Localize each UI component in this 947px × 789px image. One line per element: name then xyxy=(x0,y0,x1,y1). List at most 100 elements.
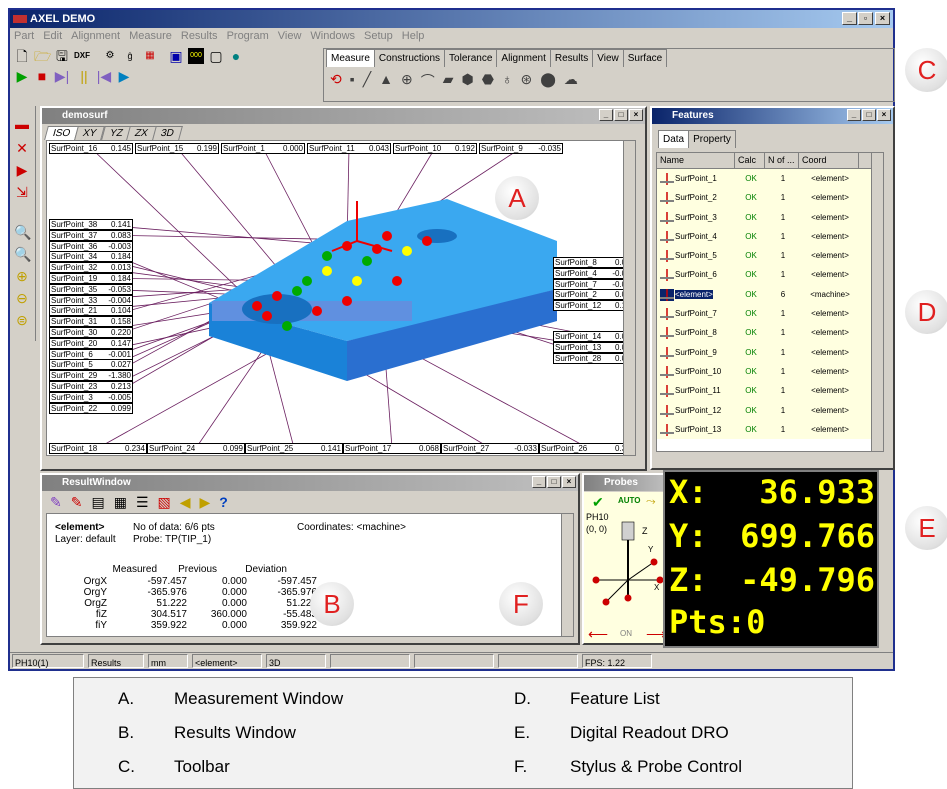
measured-point[interactable] xyxy=(362,256,372,266)
zoom-all-icon[interactable]: ⊜ xyxy=(14,312,30,328)
feature-row[interactable]: SurfPoint_10 OK 1 <element> xyxy=(657,361,883,382)
feature-column-header[interactable]: Calc xyxy=(735,153,765,168)
torus-tool-icon[interactable]: ⊛ xyxy=(520,71,532,91)
measured-point[interactable] xyxy=(342,296,352,306)
fw-maximize-button[interactable]: □ xyxy=(862,109,876,121)
feature-row[interactable]: SurfPoint_8 OK 1 <element> xyxy=(657,323,883,343)
measured-point[interactable] xyxy=(302,276,312,286)
cylinder-tool-icon[interactable]: ⬢ xyxy=(462,71,474,91)
print-icon[interactable]: ▦ xyxy=(114,494,127,511)
measured-point[interactable] xyxy=(312,306,322,316)
menu-item-view[interactable]: View xyxy=(278,30,302,42)
open-folder-icon[interactable]: 🗁 xyxy=(34,48,51,64)
menu-item-edit[interactable]: Edit xyxy=(43,30,62,42)
report-view-icon[interactable]: ▧ xyxy=(158,494,171,511)
feature-column-header[interactable]: Coord xyxy=(799,153,859,168)
cloud-tool-icon[interactable]: ☁ xyxy=(564,71,578,91)
probe-prev-icon[interactable]: ⟵ xyxy=(588,626,608,643)
pick-icon[interactable]: ✎ xyxy=(50,494,62,511)
feature-settings-icon[interactable]: ĝ xyxy=(122,48,138,64)
tab-measure[interactable]: Measure xyxy=(326,49,375,67)
dxf-icon[interactable]: DXF xyxy=(74,48,90,64)
feature-row[interactable]: <element> OK 6 <machine> xyxy=(657,284,883,305)
measured-point[interactable] xyxy=(402,246,412,256)
tab-alignment[interactable]: Alignment xyxy=(496,49,551,67)
next-icon[interactable]: ▶ xyxy=(200,494,211,511)
rw-maximize-button[interactable]: □ xyxy=(547,476,561,488)
pause-icon[interactable]: || xyxy=(76,68,92,84)
pick-all-icon[interactable]: ✎ xyxy=(71,494,83,511)
table-icon[interactable]: ▤ xyxy=(91,494,104,511)
surface-tool-icon[interactable]: ▰ xyxy=(443,71,454,91)
tab-tolerance[interactable]: Tolerance xyxy=(444,49,498,67)
tab-surface[interactable]: Surface xyxy=(622,49,668,67)
play-icon[interactable]: ▶ xyxy=(14,68,30,84)
tab-results[interactable]: Results xyxy=(549,49,594,67)
zoom-window-icon[interactable]: 🔍 xyxy=(14,224,31,240)
mw-maximize-button[interactable]: □ xyxy=(614,109,628,121)
measured-point[interactable] xyxy=(292,286,302,296)
feature-row[interactable]: SurfPoint_1 OK 1 <element> xyxy=(657,169,883,189)
measured-point[interactable] xyxy=(322,266,332,276)
mw-minimize-button[interactable]: _ xyxy=(599,109,613,121)
rewind-icon[interactable]: |◀ xyxy=(96,68,112,84)
maximize-button[interactable]: ▫ xyxy=(858,12,873,25)
view-tab-3d[interactable]: 3D xyxy=(152,126,183,140)
probe-on-toggle[interactable]: ON xyxy=(620,629,632,638)
erase-icon[interactable]: ▬ xyxy=(14,116,30,132)
feature-row[interactable]: SurfPoint_5 OK 1 <element> xyxy=(657,246,883,266)
feature-column-header[interactable]: N of ... xyxy=(765,153,799,168)
measured-point[interactable] xyxy=(422,236,432,246)
plane-tool-icon[interactable]: ▲ xyxy=(379,71,393,91)
menu-item-part[interactable]: Part xyxy=(14,30,34,42)
feature-row[interactable]: SurfPoint_3 OK 1 <element> xyxy=(657,207,883,227)
forward-icon[interactable]: ▶ xyxy=(116,68,132,84)
sphere-tool-icon[interactable]: ♁ xyxy=(502,71,513,91)
arc-tool-icon[interactable]: ⌒ xyxy=(421,71,435,91)
features-tab-property[interactable]: Property xyxy=(688,130,736,148)
feature-row[interactable]: SurfPoint_9 OK 1 <element> xyxy=(657,342,883,362)
rw-close-button[interactable]: × xyxy=(562,476,576,488)
slot-tool-icon[interactable]: ⬤ xyxy=(540,71,556,91)
menu-item-help[interactable]: Help xyxy=(402,30,425,42)
measured-point[interactable] xyxy=(262,311,272,321)
delete-icon[interactable]: ✕ xyxy=(14,140,30,156)
tab-view[interactable]: View xyxy=(592,49,624,67)
text-icon[interactable]: ☰ xyxy=(136,494,149,511)
menu-item-alignment[interactable]: Alignment xyxy=(71,30,120,42)
rw-minimize-button[interactable]: _ xyxy=(532,476,546,488)
new-file-icon[interactable]: 🗋 xyxy=(14,48,30,64)
auto-button[interactable]: AUTO xyxy=(618,496,641,505)
circle-tool-icon[interactable]: ⊕ xyxy=(401,71,413,91)
measured-point[interactable] xyxy=(252,301,262,311)
menu-item-windows[interactable]: Windows xyxy=(310,30,355,42)
point-tool-icon[interactable]: ▪ xyxy=(350,71,355,91)
report-icon[interactable]: ▦ xyxy=(142,48,158,64)
measured-point[interactable] xyxy=(382,231,392,241)
window-icon[interactable]: ▣ xyxy=(168,48,184,64)
measured-point[interactable] xyxy=(392,276,402,286)
dro-icon[interactable]: 000 xyxy=(188,48,204,64)
help-icon[interactable]: ? xyxy=(219,494,228,511)
probe-orient-icon[interactable]: ⤳ xyxy=(646,494,656,509)
menu-item-results[interactable]: Results xyxy=(181,30,218,42)
mw-close-button[interactable]: × xyxy=(629,109,643,121)
feature-row[interactable]: SurfPoint_6 OK 1 <element> xyxy=(657,265,883,285)
step-icon[interactable]: ▶| xyxy=(54,68,70,84)
save-icon[interactable]: 🖫 xyxy=(54,48,70,64)
probe-settings-icon[interactable]: ⚙ xyxy=(102,48,118,64)
results-vscroll[interactable] xyxy=(561,514,573,636)
check-icon[interactable]: ✔ xyxy=(592,494,604,511)
close-button[interactable]: × xyxy=(875,12,890,25)
feature-vscroll[interactable] xyxy=(871,153,883,451)
3d-viewport[interactable]: SurfPoint_16 0.145 SurfPoint_15 0.199 SurfPo… xyxy=(46,140,636,456)
features-tab-data[interactable]: Data xyxy=(658,130,690,148)
feature-column-header[interactable]: Name xyxy=(657,153,735,168)
line-tool-icon[interactable]: ╱ xyxy=(363,71,371,91)
fw-minimize-button[interactable]: _ xyxy=(847,109,861,121)
measured-point[interactable] xyxy=(282,321,292,331)
sphere-icon[interactable]: ● xyxy=(228,48,244,64)
measured-point[interactable] xyxy=(322,251,332,261)
tab-constructions[interactable]: Constructions xyxy=(373,49,446,67)
feature-row[interactable]: SurfPoint_4 OK 1 <element> xyxy=(657,226,883,247)
